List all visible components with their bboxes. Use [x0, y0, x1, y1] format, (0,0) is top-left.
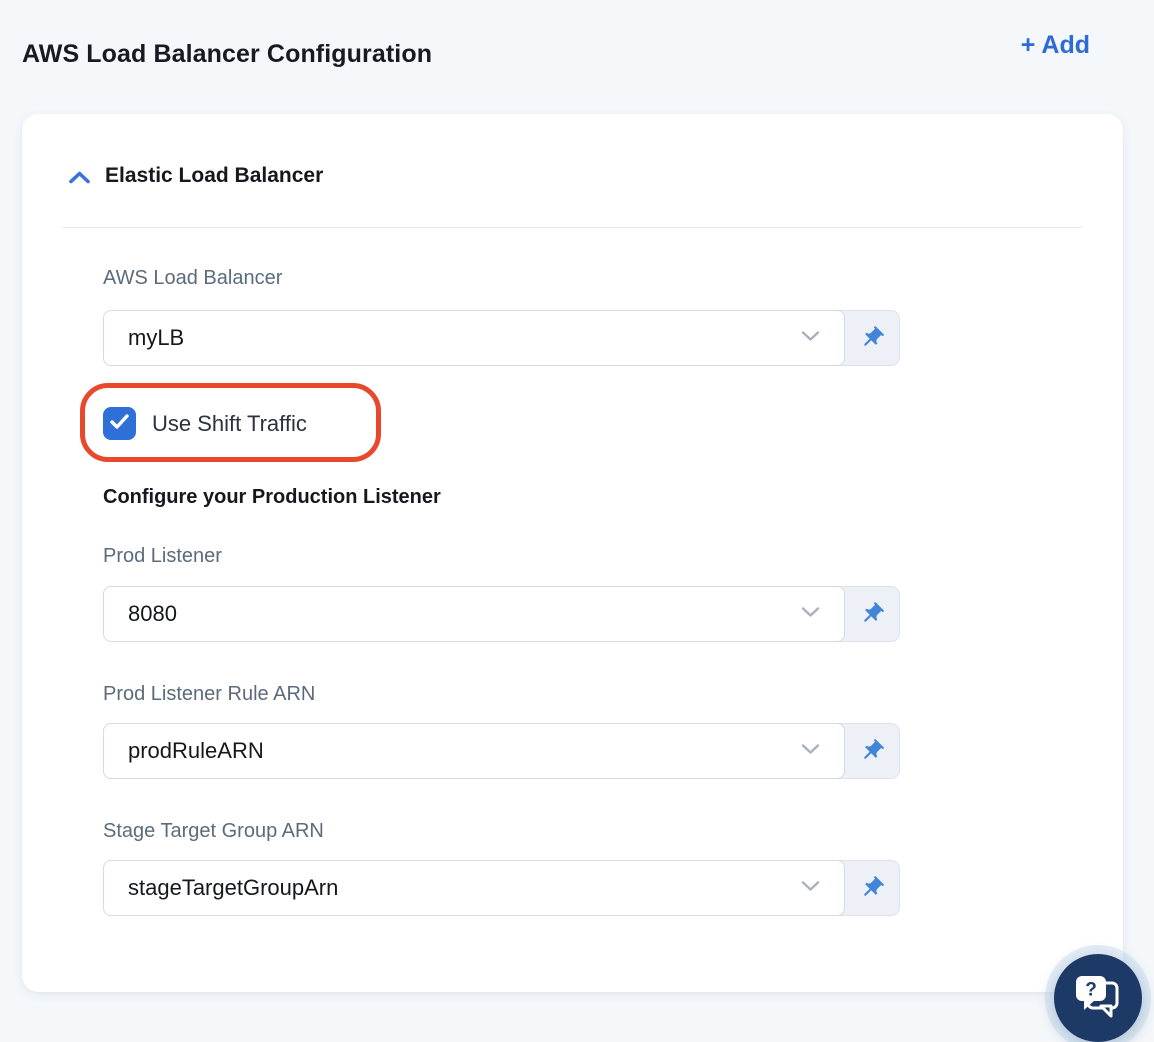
config-card: Elastic Load Balancer AWS Load Balancer … [22, 114, 1123, 992]
stage-tg-arn-value: stageTargetGroupArn [128, 875, 339, 900]
stage-tg-arn-select[interactable]: stageTargetGroupArn [103, 860, 845, 916]
pin-icon[interactable] [845, 861, 899, 915]
check-icon [109, 413, 130, 435]
section-title: Elastic Load Balancer [105, 164, 324, 187]
page-title: AWS Load Balancer Configuration [22, 40, 433, 68]
prod-rule-arn-value: prodRuleARN [128, 738, 264, 763]
svg-text:?: ? [1085, 979, 1097, 1000]
pin-icon[interactable] [845, 587, 899, 641]
chevron-down-icon [801, 879, 820, 897]
chat-question-icon: ? [1073, 974, 1123, 1023]
prod-listener-select[interactable]: 8080 [103, 586, 845, 642]
help-chat-button[interactable]: ? [1054, 954, 1142, 1042]
prod-listener-field-group: 8080 [103, 586, 900, 642]
chevron-down-icon [801, 605, 820, 623]
chevron-down-icon [801, 329, 820, 347]
pin-icon[interactable] [845, 311, 899, 365]
section-divider [62, 227, 1083, 228]
use-shift-traffic-checkbox[interactable]: Use Shift Traffic [103, 407, 307, 440]
prod-rule-arn-field-group: prodRuleARN [103, 723, 900, 779]
chevron-down-icon [801, 742, 820, 760]
chevron-up-icon[interactable] [68, 170, 91, 185]
aws-lb-field-group: myLB [103, 310, 900, 366]
prod-rule-arn-select[interactable]: prodRuleARN [103, 723, 845, 779]
section-header-elastic-load-balancer[interactable]: Elastic Load Balancer [68, 164, 323, 188]
production-listener-subheading: Configure your Production Listener [103, 486, 441, 508]
prod-rule-arn-label: Prod Listener Rule ARN [103, 683, 316, 705]
checkbox-label: Use Shift Traffic [152, 410, 307, 436]
stage-tg-arn-label: Stage Target Group ARN [103, 820, 324, 842]
aws-lb-select[interactable]: myLB [103, 310, 845, 366]
prod-listener-value: 8080 [128, 601, 177, 626]
stage-tg-arn-field-group: stageTargetGroupArn [103, 860, 900, 916]
pin-icon[interactable] [845, 724, 899, 778]
add-button[interactable]: + Add [1021, 31, 1090, 60]
aws-lb-value: myLB [128, 325, 185, 350]
aws-lb-label: AWS Load Balancer [103, 267, 283, 289]
checkbox-box[interactable] [103, 407, 136, 440]
prod-listener-label: Prod Listener [103, 545, 222, 567]
